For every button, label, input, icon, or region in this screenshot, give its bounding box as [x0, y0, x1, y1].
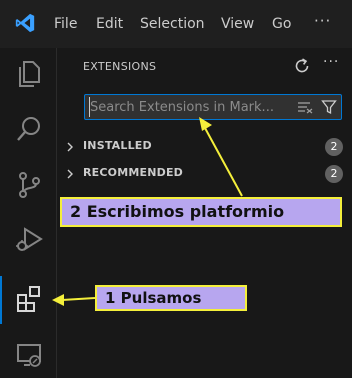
- section-recommended-label: RECOMMENDED: [83, 166, 183, 179]
- extensions-search-box[interactable]: [84, 94, 342, 120]
- filter-icon[interactable]: [321, 99, 337, 115]
- vscode-logo-icon: [15, 13, 35, 33]
- activity-bar: [0, 48, 57, 378]
- extensions-icon[interactable]: [14, 284, 44, 314]
- section-recommended[interactable]: RECOMMENDED 2: [57, 162, 352, 186]
- menu-edit[interactable]: Edit: [96, 15, 123, 33]
- annotation-step-2: 2 Escribimos platformio: [60, 197, 342, 227]
- menu-view[interactable]: View: [221, 15, 254, 33]
- installed-count-badge: 2: [325, 138, 343, 156]
- extensions-search-input[interactable]: [89, 97, 296, 117]
- vscode-window: File Edit Selection View Go ··· EXTENSIO…: [0, 0, 352, 378]
- menu-go[interactable]: Go: [272, 15, 291, 33]
- refresh-icon[interactable]: [293, 57, 311, 75]
- search-icon[interactable]: [14, 114, 44, 144]
- sidebar-more-button[interactable]: ···: [323, 54, 339, 70]
- recommended-count-badge: 2: [325, 165, 343, 183]
- chevron-right-icon: [67, 169, 73, 179]
- title-bar: File Edit Selection View Go ···: [0, 0, 352, 48]
- active-indicator: [0, 276, 2, 324]
- run-debug-icon[interactable]: [14, 224, 44, 254]
- menu-selection[interactable]: Selection: [140, 15, 205, 33]
- clear-filter-icon[interactable]: [297, 100, 313, 114]
- menu-file[interactable]: File: [54, 15, 77, 33]
- section-installed-label: INSTALLED: [83, 139, 152, 152]
- menu-more-button[interactable]: ···: [314, 12, 331, 30]
- remote-explorer-icon[interactable]: [14, 340, 44, 370]
- explorer-icon[interactable]: [14, 58, 44, 88]
- source-control-icon[interactable]: [14, 170, 44, 200]
- chevron-right-icon: [67, 142, 73, 152]
- annotation-step-1: 1 Pulsamos: [95, 285, 247, 311]
- sidebar-title: EXTENSIONS: [83, 60, 157, 73]
- section-installed[interactable]: INSTALLED 2: [57, 135, 352, 159]
